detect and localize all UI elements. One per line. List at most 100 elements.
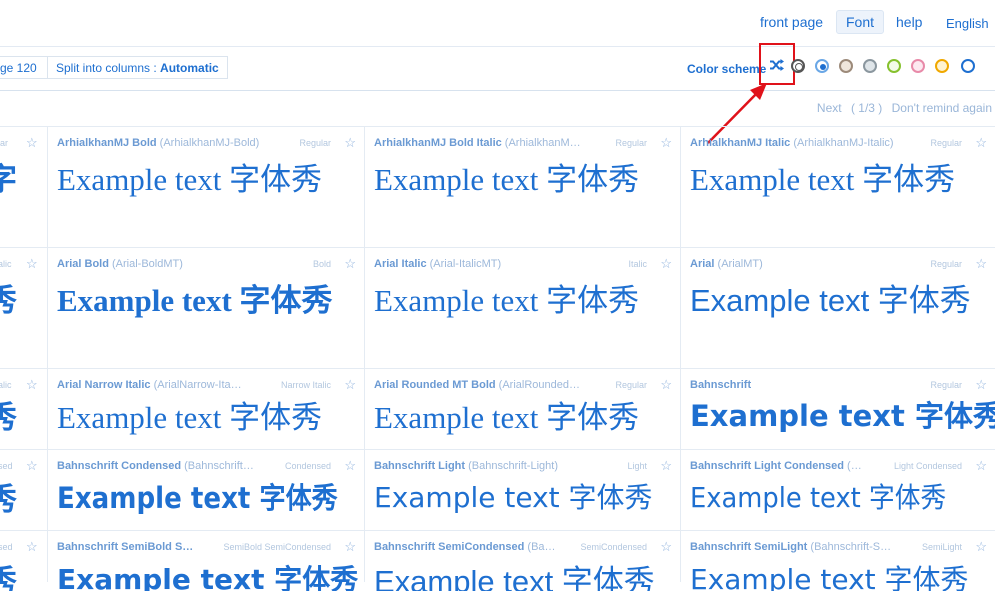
font-sample-fragment: 秀 <box>0 400 17 435</box>
color-swatch[interactable] <box>935 59 949 73</box>
favorite-star-icon[interactable]: ☆ <box>26 539 38 555</box>
font-postscript-name: (Bahnschrift-Light) <box>465 460 558 472</box>
font-style-tag: Regular <box>615 138 647 148</box>
favorite-star-icon[interactable]: ☆ <box>344 539 356 555</box>
favorite-star-icon[interactable]: ☆ <box>975 135 987 151</box>
font-sample-text: Example text 字体秀 <box>57 563 359 591</box>
font-card[interactable]: ArhialkhanMJ Bold (ArhialkhanMJ-Bold) Reg… <box>48 127 364 247</box>
favorite-star-icon[interactable]: ☆ <box>660 539 672 555</box>
font-family-name: ArhialkhanMJ Italic <box>690 137 791 149</box>
font-card[interactable]: Bahnschrift Light Condensed (… Light Cond… <box>681 450 995 530</box>
favorite-star-icon[interactable]: ☆ <box>344 377 356 393</box>
font-card[interactable]: Bahnschrift SemiLight (Bahnschrift-S… Sem… <box>681 531 995 591</box>
font-card[interactable]: ArhialkhanMJ Bold Italic (ArhialkhanM… Re… <box>365 127 680 247</box>
color-swatch[interactable] <box>815 59 829 73</box>
favorite-star-icon[interactable]: ☆ <box>344 458 356 474</box>
font-name: Bahnschrift SemiCondensed (Ba… <box>374 541 556 553</box>
font-postscript-name: (ArhialkhanMJ-Bold) <box>156 137 260 149</box>
font-style-tag: Regular <box>299 138 331 148</box>
page-size-selector[interactable]: ge 120 <box>0 56 48 79</box>
font-sample-fragment: 秀 <box>0 564 17 591</box>
dont-remind-link[interactable]: Don't remind again <box>892 101 992 115</box>
color-swatch[interactable] <box>863 59 877 73</box>
font-style-tag: Regular <box>930 259 962 269</box>
shuffle-icon <box>770 59 784 71</box>
font-postscript-name: (… <box>844 460 862 472</box>
nav-front-page[interactable]: front page <box>760 14 823 30</box>
font-card-partial[interactable]: lar ☆ 字 <box>0 127 47 247</box>
font-card-partial[interactable]: alic ☆ 秀 <box>0 369 47 449</box>
font-name: Bahnschrift <box>690 379 751 391</box>
language-selector[interactable]: English <box>946 16 989 31</box>
font-family-name: Bahnschrift SemiLight <box>690 541 808 553</box>
font-card-partial[interactable]: sed ☆ 秀 <box>0 531 47 591</box>
font-postscript-name: (Arial-BoldMT) <box>108 258 183 270</box>
font-style-tag: Condensed <box>284 461 331 471</box>
favorite-star-icon[interactable]: ☆ <box>344 256 356 272</box>
font-style-tag: SemiLight <box>921 542 962 552</box>
favorite-star-icon[interactable]: ☆ <box>660 458 672 474</box>
font-card[interactable]: Bahnschrift SemiCondensed (Ba… SemiConden… <box>365 531 680 591</box>
font-card[interactable]: Arial Bold (Arial-BoldMT) Bold ☆ Example te… <box>48 248 364 368</box>
font-card-partial[interactable]: alic ☆ 秀 <box>0 248 47 368</box>
font-card-partial[interactable]: sed ☆ 秀 <box>0 450 47 530</box>
font-sample-text: Example text 字体秀 <box>374 481 653 514</box>
font-name: Arial Narrow Italic (ArialNarrow-Ita… <box>57 379 242 391</box>
swatch-dot <box>940 64 946 70</box>
favorite-star-icon[interactable]: ☆ <box>660 377 672 393</box>
swatch-dot <box>868 64 874 70</box>
font-card[interactable]: Bahnschrift SemiBold S… SemiBold SemiCond… <box>48 531 364 591</box>
font-card[interactable]: Arial Narrow Italic (ArialNarrow-Ita… Nar… <box>48 369 364 449</box>
font-card[interactable]: Arial Rounded MT Bold (ArialRounded… Regu… <box>365 369 680 449</box>
swatch-dot <box>892 64 898 70</box>
favorite-star-icon[interactable]: ☆ <box>26 377 38 393</box>
font-style-tag: lar <box>0 138 9 148</box>
favorite-star-icon[interactable]: ☆ <box>660 135 672 151</box>
favorite-star-icon[interactable]: ☆ <box>26 458 38 474</box>
font-card[interactable]: Bahnschrift Condensed (Bahnschrift… Conde… <box>48 450 364 530</box>
favorite-star-icon[interactable]: ☆ <box>660 256 672 272</box>
next-link[interactable]: Next <box>817 101 842 115</box>
font-sample-text: Example text 字体秀 <box>57 400 323 435</box>
nav-font[interactable]: Font <box>836 10 885 34</box>
shuffle-color-button[interactable] <box>759 43 795 85</box>
color-swatch[interactable] <box>791 59 805 73</box>
font-sample-text: Example text 字体秀 <box>690 283 971 318</box>
font-family-name: Bahnschrift SemiCondensed <box>374 541 525 553</box>
color-swatch[interactable] <box>839 59 853 73</box>
swatch-dot <box>965 64 971 70</box>
font-sample-text: Example text 字体秀 <box>690 162 956 197</box>
font-card[interactable]: Bahnschrift Light (Bahnschrift-Light) Lig… <box>365 450 680 530</box>
nav-help[interactable]: help <box>896 14 922 30</box>
font-card[interactable]: Bahnschrift Regular ☆ Example text 字体秀 <box>681 369 995 449</box>
font-family-name: Arial Narrow Italic <box>57 379 151 391</box>
color-swatch[interactable] <box>911 59 925 73</box>
page-count: ( 1/3 ) <box>850 101 883 115</box>
font-name: ArhialkhanMJ Bold Italic (ArhialkhanM… <box>374 137 581 149</box>
font-name: Arial Italic (Arial-ItalicMT) <box>374 258 501 270</box>
font-card[interactable]: ArhialkhanMJ Italic (ArhialkhanMJ-Italic… <box>681 127 995 247</box>
font-sample-text: Example text 字体秀 <box>690 481 947 514</box>
font-style-tag: sed <box>0 542 13 552</box>
font-family-name: Arial Italic <box>374 258 427 270</box>
favorite-star-icon[interactable]: ☆ <box>975 377 987 393</box>
font-style-tag: Narrow Italic <box>280 380 331 390</box>
font-family-name: ArhialkhanMJ Bold <box>57 137 157 149</box>
font-card[interactable]: Arial Italic (Arial-ItalicMT) Italic ☆ Exam… <box>365 248 680 368</box>
color-swatch[interactable] <box>887 59 901 73</box>
favorite-star-icon[interactable]: ☆ <box>975 458 987 474</box>
swatch-dot <box>820 64 826 70</box>
font-postscript-name: (ArhialkhanMJ-Italic) <box>790 137 894 149</box>
favorite-star-icon[interactable]: ☆ <box>26 256 38 272</box>
split-columns-selector[interactable]: Split into columns : Automatic <box>47 56 228 79</box>
font-name: Arial Bold (Arial-BoldMT) <box>57 258 183 270</box>
favorite-star-icon[interactable]: ☆ <box>975 539 987 555</box>
font-sample-text: Example text 字体秀 <box>57 481 338 515</box>
favorite-star-icon[interactable]: ☆ <box>975 256 987 272</box>
favorite-star-icon[interactable]: ☆ <box>26 135 38 151</box>
font-sample-text: Example text 字体秀 <box>690 563 969 591</box>
font-style-tag: alic <box>0 380 12 390</box>
color-swatch[interactable] <box>961 59 975 73</box>
favorite-star-icon[interactable]: ☆ <box>344 135 356 151</box>
font-card[interactable]: Arial (ArialMT) Regular ☆ Example text 字体秀 <box>681 248 995 368</box>
